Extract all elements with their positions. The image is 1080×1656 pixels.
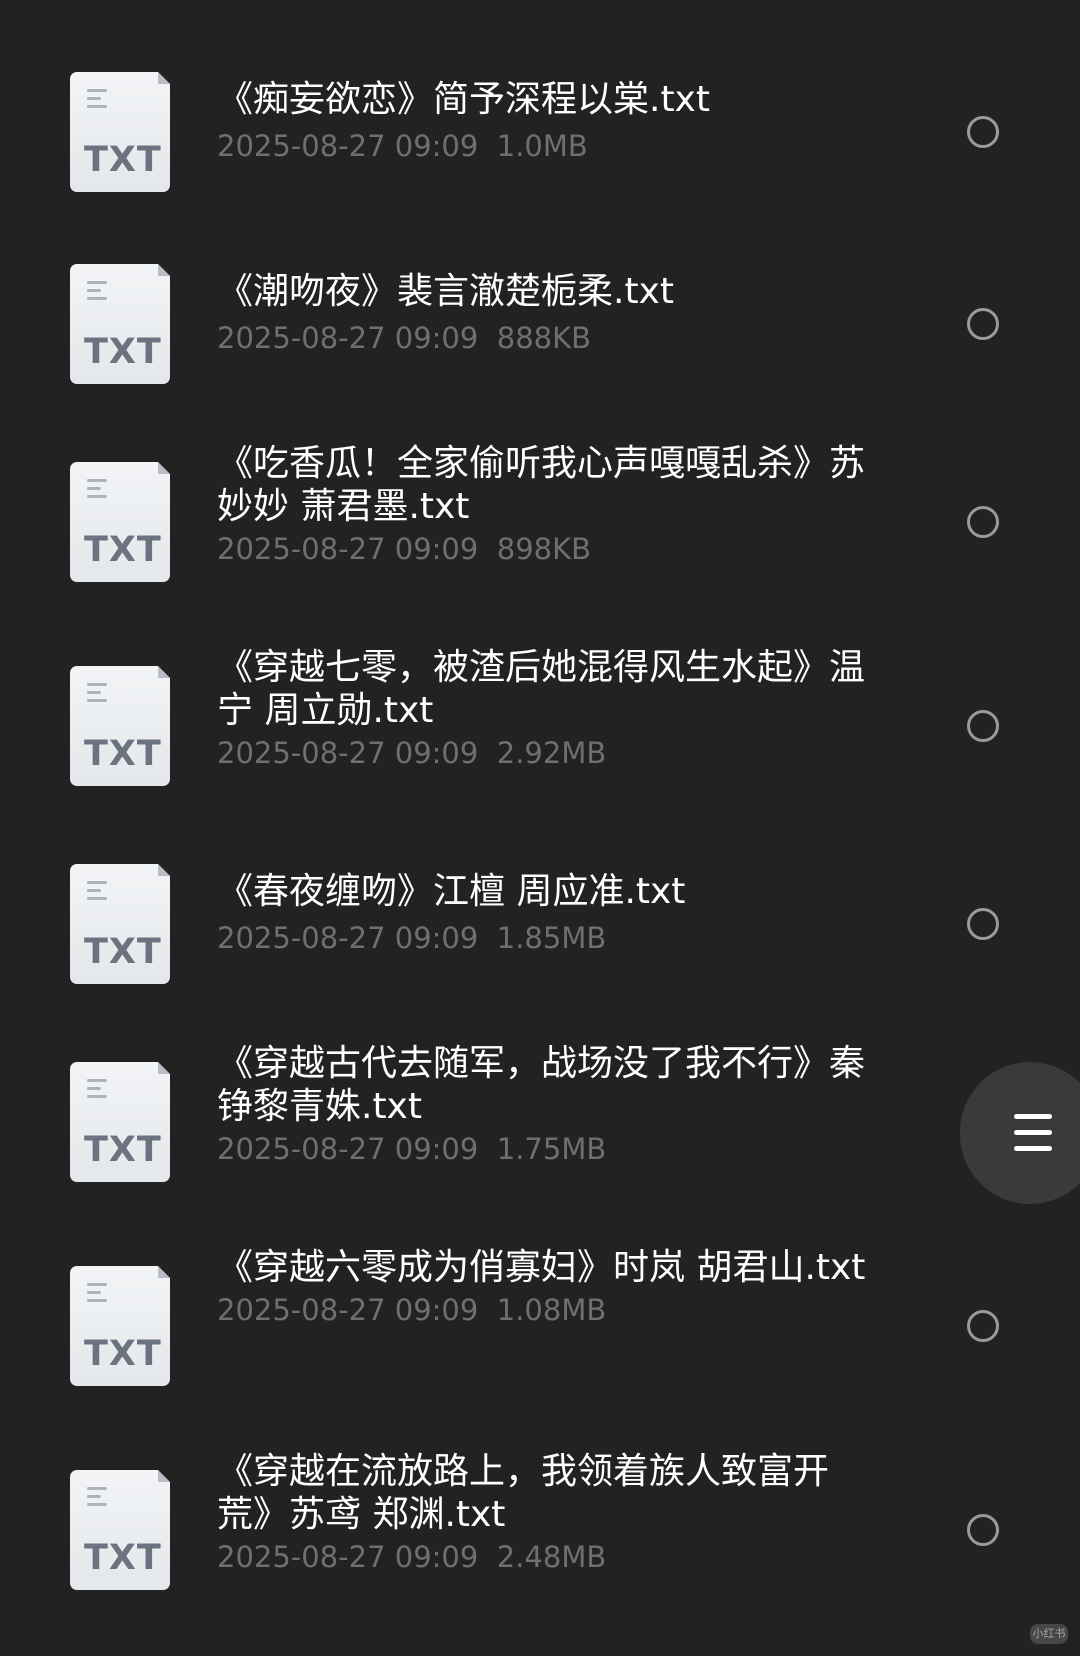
file-text: 《穿越古代去随军，战场没了我不行》秦铮黎青姝.txt 2025-08-27 09… bbox=[217, 1042, 867, 1166]
txt-file-icon: TXT bbox=[70, 1266, 170, 1386]
txt-file-icon: TXT bbox=[70, 72, 170, 192]
file-size: 2.92MB bbox=[496, 736, 607, 770]
select-radio[interactable] bbox=[967, 308, 999, 340]
file-size: 888KB bbox=[496, 321, 592, 355]
file-name: 《潮吻夜》裴言澈楚栀柔.txt bbox=[217, 271, 674, 312]
file-list-item[interactable]: TXT 《痴妄欲恋》简予深程以棠.txt 2025-08-27 09:09 1.… bbox=[0, 72, 1080, 192]
file-date: 2025-08-27 09:09 bbox=[217, 921, 479, 955]
select-radio[interactable] bbox=[967, 710, 999, 742]
file-size: 2.48MB bbox=[496, 1540, 607, 1574]
file-meta: 2025-08-27 09:09 1.08MB bbox=[217, 1293, 867, 1327]
file-name: 《穿越古代去随军，战场没了我不行》秦铮黎青姝.txt bbox=[217, 1043, 866, 1127]
watermark-logo: 小红书 bbox=[1030, 1624, 1068, 1644]
select-radio[interactable] bbox=[967, 116, 999, 148]
file-date: 2025-08-27 09:09 bbox=[217, 1132, 479, 1166]
file-date: 2025-08-27 09:09 bbox=[217, 321, 479, 355]
file-list-item[interactable]: TXT 《穿越七零，被渣后她混得风生水起》温宁 周立勋.txt 2025-08-… bbox=[0, 647, 1080, 786]
file-size: 1.08MB bbox=[496, 1293, 607, 1327]
file-name: 《穿越在流放路上，我领着族人致富开荒》苏鸢 郑渊.txt bbox=[217, 1451, 830, 1535]
file-name: 《春夜缠吻》江檀 周应准.txt bbox=[217, 871, 686, 912]
file-meta: 2025-08-27 09:09 1.85MB bbox=[217, 921, 867, 955]
file-meta: 2025-08-27 09:09 2.48MB bbox=[217, 1540, 867, 1574]
file-list-item[interactable]: TXT 《吃香瓜！全家偷听我心声嘎嘎乱杀》苏妙妙 萧君墨.txt 2025-08… bbox=[0, 443, 1080, 582]
select-radio[interactable] bbox=[967, 1514, 999, 1546]
file-text: 《潮吻夜》裴言澈楚栀柔.txt 2025-08-27 09:09 888KB bbox=[217, 270, 867, 355]
file-list-item[interactable]: TXT 《春夜缠吻》江檀 周应准.txt 2025-08-27 09:09 1.… bbox=[0, 864, 1080, 984]
file-meta: 2025-08-27 09:09 1.75MB bbox=[217, 1132, 867, 1166]
file-list-item[interactable]: TXT 《穿越古代去随军，战场没了我不行》秦铮黎青姝.txt 2025-08-2… bbox=[0, 1043, 955, 1182]
file-list-item[interactable]: TXT 《穿越六零成为俏寡妇》时岚 胡君山.txt 2025-08-27 09:… bbox=[0, 1247, 1080, 1386]
file-name: 《穿越七零，被渣后她混得风生水起》温宁 周立勋.txt bbox=[217, 647, 866, 731]
file-date: 2025-08-27 09:09 bbox=[217, 129, 479, 163]
txt-file-icon: TXT bbox=[70, 264, 170, 384]
file-size: 898KB bbox=[496, 532, 592, 566]
txt-file-icon: TXT bbox=[70, 1470, 170, 1590]
floating-menu-button[interactable] bbox=[960, 1062, 1080, 1204]
txt-file-icon: TXT bbox=[70, 666, 170, 786]
file-text: 《穿越六零成为俏寡妇》时岚 胡君山.txt 2025-08-27 09:09 1… bbox=[217, 1246, 867, 1327]
select-radio[interactable] bbox=[967, 506, 999, 538]
file-list-item[interactable]: TXT 《穿越在流放路上，我领着族人致富开荒》苏鸢 郑渊.txt 2025-08… bbox=[0, 1451, 1080, 1590]
file-text: 《穿越在流放路上，我领着族人致富开荒》苏鸢 郑渊.txt 2025-08-27 … bbox=[217, 1450, 867, 1574]
file-date: 2025-08-27 09:09 bbox=[217, 1293, 479, 1327]
file-list-item[interactable]: TXT 《潮吻夜》裴言澈楚栀柔.txt 2025-08-27 09:09 888… bbox=[0, 264, 1080, 384]
txt-file-icon: TXT bbox=[70, 864, 170, 984]
file-text: 《穿越七零，被渣后她混得风生水起》温宁 周立勋.txt 2025-08-27 0… bbox=[217, 646, 867, 770]
file-size: 1.75MB bbox=[496, 1132, 607, 1166]
hamburger-menu-icon bbox=[1014, 1114, 1052, 1162]
file-meta: 2025-08-27 09:09 888KB bbox=[217, 321, 867, 355]
file-date: 2025-08-27 09:09 bbox=[217, 532, 479, 566]
select-radio[interactable] bbox=[967, 908, 999, 940]
txt-file-icon: TXT bbox=[70, 462, 170, 582]
file-name: 《穿越六零成为俏寡妇》时岚 胡君山.txt bbox=[217, 1247, 866, 1288]
file-size: 1.0MB bbox=[496, 129, 588, 163]
file-meta: 2025-08-27 09:09 898KB bbox=[217, 532, 867, 566]
file-text: 《春夜缠吻》江檀 周应准.txt 2025-08-27 09:09 1.85MB bbox=[217, 870, 867, 955]
file-text: 《吃香瓜！全家偷听我心声嘎嘎乱杀》苏妙妙 萧君墨.txt 2025-08-27 … bbox=[217, 442, 867, 566]
file-name: 《痴妄欲恋》简予深程以棠.txt bbox=[217, 79, 710, 120]
file-name: 《吃香瓜！全家偷听我心声嘎嘎乱杀》苏妙妙 萧君墨.txt bbox=[217, 443, 866, 527]
txt-file-icon: TXT bbox=[70, 1062, 170, 1182]
select-radio[interactable] bbox=[967, 1310, 999, 1342]
file-text: 《痴妄欲恋》简予深程以棠.txt 2025-08-27 09:09 1.0MB bbox=[217, 78, 867, 163]
file-meta: 2025-08-27 09:09 1.0MB bbox=[217, 129, 867, 163]
file-date: 2025-08-27 09:09 bbox=[217, 736, 479, 770]
file-date: 2025-08-27 09:09 bbox=[217, 1540, 479, 1574]
file-size: 1.85MB bbox=[496, 921, 607, 955]
file-meta: 2025-08-27 09:09 2.92MB bbox=[217, 736, 867, 770]
